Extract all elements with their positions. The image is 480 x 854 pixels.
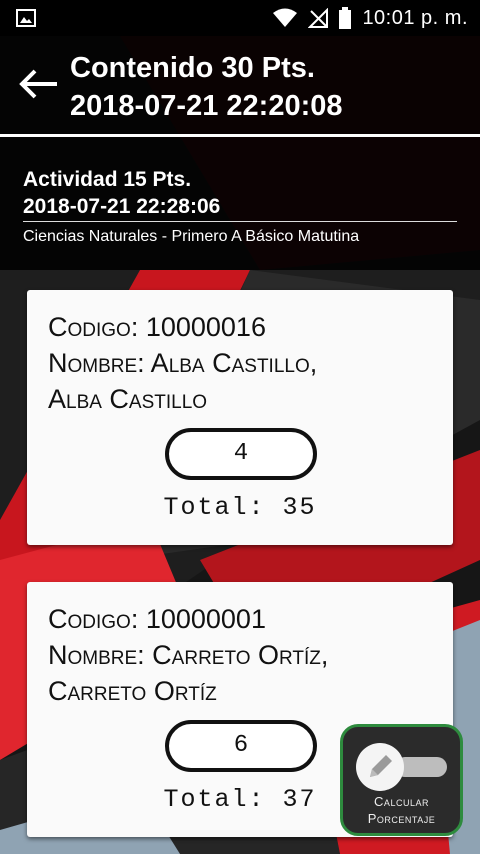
app-header: Contenido 30 Pts. 2018-07-21 22:20:08 [0, 36, 480, 134]
wifi-icon [273, 8, 298, 27]
student-name: Nombre: Alba Castillo, [48, 348, 318, 378]
score-input[interactable]: 6 [165, 720, 317, 772]
image-icon [16, 9, 36, 27]
edit-toggle-knob [356, 743, 404, 791]
student-code: Codigo: 10000016 [48, 312, 266, 342]
activity-course: Ciencias Naturales - Primero A Básico Ma… [23, 228, 360, 245]
status-bar: 10:01 p. m. [0, 0, 480, 36]
student-name: Nombre: Carreto Ortíz, [48, 640, 329, 670]
status-time: 10:01 p. m. [362, 6, 468, 29]
score-input[interactable]: 4 [165, 428, 317, 480]
student-card: Codigo: 10000016 Nombre: Alba Castillo, … [27, 290, 453, 545]
student-total: Total: 35 [163, 493, 317, 522]
no-signal-icon [308, 8, 329, 28]
activity-datetime: 2018-07-21 22:28:06 [23, 195, 221, 218]
calculate-label: Calcular Porcentaje [343, 793, 460, 827]
activity-panel: Actividad 15 Pts. 2018-07-21 22:28:06 Ci… [0, 137, 480, 270]
student-name-continued: Alba Castillo [48, 384, 208, 414]
activity-divider [23, 221, 457, 222]
student-name-continued: Carreto Ortíz [48, 676, 217, 706]
content-title: Contenido 30 Pts. [70, 52, 315, 84]
pencil-icon [370, 755, 392, 777]
battery-icon [339, 7, 352, 29]
student-code: Codigo: 10000001 [48, 604, 266, 634]
calculate-percentage-button[interactable]: Calcular Porcentaje [340, 724, 463, 836]
content-datetime: 2018-07-21 22:20:08 [70, 90, 343, 122]
back-arrow-icon[interactable] [18, 68, 60, 100]
calculate-label-line2: Porcentaje [367, 811, 436, 826]
calculate-label-line1: Calcular [374, 794, 429, 809]
activity-title: Actividad 15 Pts. [23, 168, 192, 191]
